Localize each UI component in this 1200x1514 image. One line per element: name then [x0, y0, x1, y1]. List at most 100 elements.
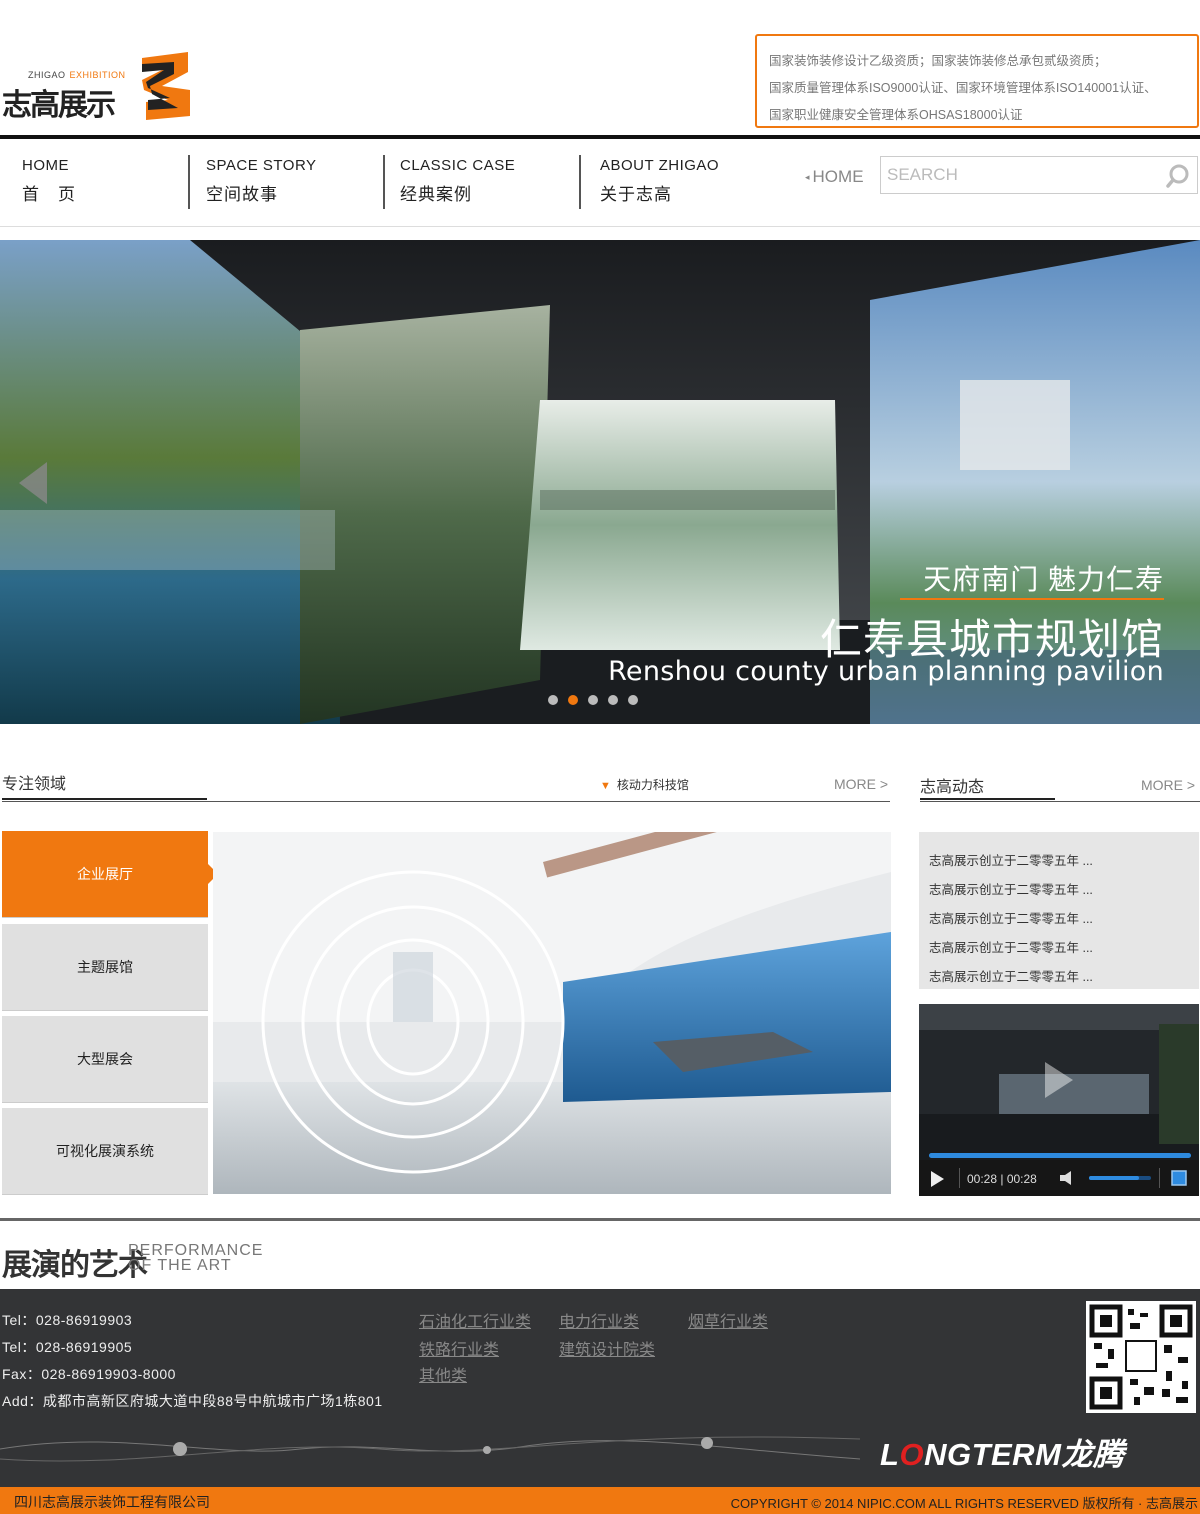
logo-sub-exhibition: EXHIBITION — [69, 70, 126, 80]
bottom-bar: 四川志高展示装饰工程有限公司 COPYRIGHT © 2014 NIPIC.CO… — [0, 1487, 1200, 1514]
nav-item-en: CLASSIC CASE — [400, 157, 516, 174]
nav-item-space-story[interactable]: SPACE STORY 空间故事 — [206, 157, 317, 205]
contact-tel-1: Tel：028-86919903 — [2, 1312, 133, 1328]
industry-link-architecture[interactable]: 建筑设计院类 — [559, 1336, 655, 1360]
search-input[interactable] — [887, 163, 1157, 187]
hero-caption-english: Renshou county urban planning pavilion — [608, 656, 1164, 687]
qualifications-box: 国家装饰装修设计乙级资质；国家装饰装修总承包贰级资质； 国家质量管理体系ISO9… — [755, 34, 1199, 128]
brand-logo: LONGTERM龙腾 — [880, 1429, 1124, 1474]
nav-item-classic-case[interactable]: CLASSIC CASE 经典案例 — [400, 157, 515, 205]
home-link[interactable]: ◂ HOME — [805, 167, 864, 187]
home-link-label: HOME — [812, 167, 864, 186]
nav-item-about[interactable]: ABOUT ZHIGAO 关于志高 — [600, 157, 719, 205]
feature-image[interactable] — [213, 832, 891, 1194]
industry-link-tobacco[interactable]: 烟草行业类 — [688, 1308, 768, 1332]
qualification-line: 国家职业健康安全管理体系OHSAS18000认证 — [769, 108, 1023, 122]
nav-item-cn: 经典案例 — [400, 185, 472, 204]
nav-item-en: ABOUT ZHIGAO — [600, 157, 720, 174]
focus-title-underline — [2, 798, 207, 800]
focus-title: 专注领域 — [2, 776, 67, 793]
slide-dot[interactable] — [628, 695, 638, 705]
qualification-line: 国家装饰装修设计乙级资质；国家装饰装修总承包贰级资质； — [769, 54, 1107, 68]
industry-link-other[interactable]: 其他类 — [419, 1362, 467, 1386]
main-nav: HOME 首 页 SPACE STORY 空间故事 CLASSIC CASE 经… — [0, 139, 1200, 227]
brand-letter: L — [880, 1437, 900, 1472]
news-item[interactable]: 志高展示创立于二零零五年 ... — [919, 963, 1199, 992]
focus-divider — [2, 801, 890, 802]
news-item[interactable]: 志高展示创立于二零零五年 ... — [919, 905, 1199, 934]
section-divider — [0, 1218, 1200, 1221]
category-tab-expo[interactable]: 大型展会 — [2, 1016, 208, 1103]
news-divider — [920, 801, 1200, 802]
slide-dots — [548, 692, 648, 710]
category-label: 可视化展演系统 — [56, 1143, 154, 1159]
hero-banner[interactable]: 天府南门 魅力仁寿 仁寿县城市规划馆 Renshou county urban … — [0, 240, 1200, 724]
category-tab-corporate[interactable]: 企业展厅 — [2, 831, 218, 918]
header: ZHIGAO EXHIBITION 志高展示 国家装饰装修设计乙级资质；国家装饰装… — [0, 0, 1200, 138]
news-item[interactable]: 志高展示创立于二零零五年 ... — [919, 847, 1199, 876]
focus-more-link[interactable]: MORE > — [834, 776, 888, 792]
news-title-underline — [920, 798, 1055, 800]
nav-item-cn: 关于志高 — [600, 185, 672, 204]
play-icon[interactable] — [929, 1170, 945, 1188]
focus-tag-label: 核动力科技馆 — [616, 778, 689, 792]
news-item[interactable]: 志高展示创立于二零零五年 ... — [919, 934, 1199, 963]
hero-caption-divider — [900, 598, 1164, 600]
contact-address: Add：成都市高新区府城大道中段88号中航城市广场1栋801 — [2, 1393, 383, 1409]
triangle-down-icon: ▼ — [600, 780, 611, 792]
search-box — [880, 156, 1198, 194]
news-list: 志高展示创立于二零零五年 ... 志高展示创立于二零零五年 ... 志高展示创立… — [919, 832, 1199, 989]
category-label: 企业展厅 — [77, 866, 133, 882]
nav-item-en: HOME — [22, 157, 69, 174]
nav-item-home[interactable]: HOME 首 页 — [22, 157, 76, 205]
industry-link-petrochemical[interactable]: 石油化工行业类 — [419, 1308, 531, 1332]
nav-separator — [579, 155, 581, 209]
control-separator — [1159, 1168, 1160, 1188]
category-tab-visual-system[interactable]: 可视化展演系统 — [2, 1108, 208, 1195]
performance-title-cn: 展演的艺术 — [2, 1248, 148, 1283]
nav-item-en: SPACE STORY — [206, 157, 317, 174]
slide-dot[interactable] — [608, 695, 618, 705]
slide-prev-icon[interactable] — [17, 460, 49, 506]
nav-separator — [188, 155, 190, 209]
slide-dot-active[interactable] — [568, 695, 578, 705]
search-icon[interactable] — [1165, 163, 1191, 189]
industry-link-power[interactable]: 电力行业类 — [559, 1308, 639, 1332]
contact-fax: Fax：028-86919903-8000 — [2, 1366, 176, 1382]
video-player[interactable]: 00:28 | 00:28 — [919, 1004, 1199, 1196]
company-name: 四川志高展示装饰工程有限公司 — [14, 1494, 210, 1510]
slide-dot[interactable] — [588, 695, 598, 705]
slide-dot[interactable] — [548, 695, 558, 705]
news-more-link[interactable]: MORE > — [1141, 777, 1195, 793]
arrow-left-icon: ◂ — [805, 172, 810, 183]
logo-text: 志高展示 — [2, 88, 116, 123]
volume-track[interactable] — [1089, 1176, 1151, 1180]
category-tab-theme[interactable]: 主题展馆 — [2, 924, 208, 1011]
qr-code-icon — [1089, 1304, 1193, 1410]
copyright: COPYRIGHT © 2014 NIPIC.COM ALL RIGHTS RE… — [730, 1496, 1198, 1511]
news-item[interactable]: 志高展示创立于二零零五年 ... — [919, 876, 1199, 905]
video-progress-track[interactable] — [929, 1153, 1191, 1158]
control-separator — [959, 1168, 960, 1188]
qualification-line: 国家质量管理体系ISO9000认证、国家环境管理体系ISO140001认证、 — [769, 81, 1157, 95]
fullscreen-icon[interactable] — [1171, 1170, 1187, 1186]
nav-separator — [383, 155, 385, 209]
play-overlay-icon[interactable] — [1043, 1060, 1075, 1100]
brand-letters: NGTERM — [924, 1437, 1062, 1472]
focus-tag[interactable]: ▼ 核动力科技馆 — [600, 776, 689, 793]
video-time: 00:28 | 00:28 — [967, 1172, 1037, 1186]
logo-z-icon — [142, 52, 190, 120]
logo-sub-en: ZHIGAO — [28, 70, 66, 80]
contact-tel-2: Tel：028-86919905 — [2, 1339, 133, 1355]
category-label: 大型展会 — [77, 1051, 133, 1067]
category-label: 主题展馆 — [77, 959, 133, 975]
qr-code — [1086, 1301, 1196, 1413]
footer: Tel：028-86919903 Tel：028-86919905 Fax：02… — [0, 1289, 1200, 1487]
industry-link-railway[interactable]: 铁路行业类 — [419, 1336, 499, 1360]
video-controls: 00:28 | 00:28 — [919, 1160, 1199, 1196]
volume-icon[interactable] — [1059, 1170, 1077, 1186]
nav-item-cn: 首 页 — [22, 185, 76, 204]
hero-caption-tagline: 天府南门 魅力仁寿 — [923, 564, 1164, 595]
news-title: 志高动态 — [920, 779, 985, 796]
volume-fill — [1089, 1176, 1139, 1180]
